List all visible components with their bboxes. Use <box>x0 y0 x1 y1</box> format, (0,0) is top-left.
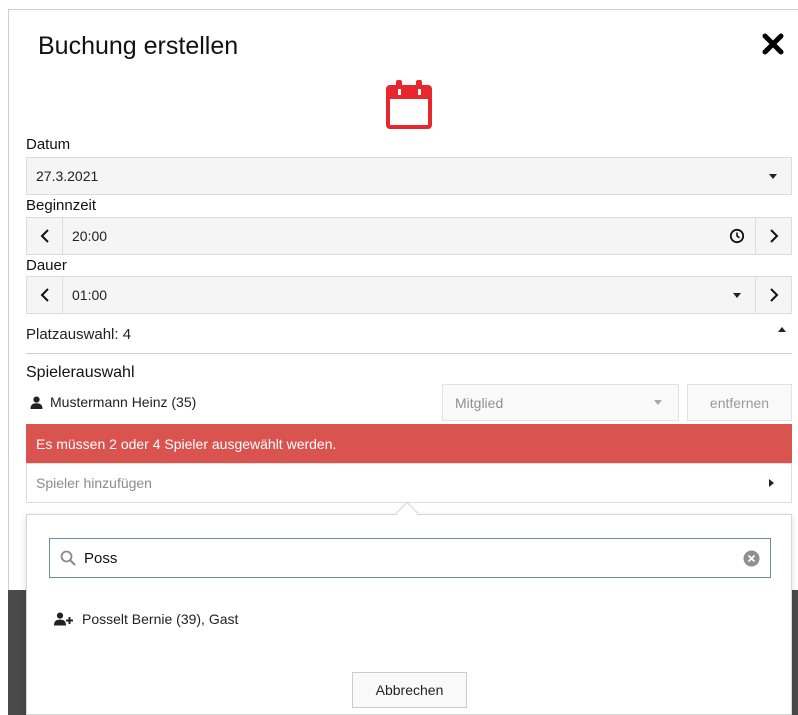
booking-dialog: Buchung erstellen Datum 27.3.2021 Beginn… <box>0 0 798 715</box>
datum-value: 27.3.2021 <box>36 168 99 184</box>
datum-label: Datum <box>26 136 71 153</box>
beginnzeit-next-button[interactable] <box>755 218 791 254</box>
dauer-field: 01:00 <box>26 276 792 314</box>
player-role-select[interactable]: Mitglied <box>442 384 679 421</box>
clock-icon[interactable] <box>719 218 755 254</box>
chevron-up-icon[interactable] <box>778 327 786 332</box>
chevron-right-icon <box>769 229 778 243</box>
beginnzeit-value[interactable]: 20:00 <box>63 228 719 244</box>
chevron-right-icon <box>769 288 778 302</box>
clear-icon[interactable] <box>743 550 760 572</box>
search-result-item[interactable]: Posselt Bernie (39), Gast <box>54 611 238 627</box>
dauer-label: Dauer <box>26 257 67 274</box>
search-icon <box>60 550 76 566</box>
error-message: Es müssen 2 oder 4 Spieler ausgewählt we… <box>26 424 792 463</box>
chevron-left-icon <box>40 288 49 302</box>
dauer-prev-button[interactable] <box>27 277 63 313</box>
add-player-placeholder: Spieler hinzufügen <box>36 475 152 491</box>
cancel-button[interactable]: Abbrechen <box>352 672 467 708</box>
remove-player-button[interactable]: entfernen <box>687 384 792 421</box>
beginnzeit-field: 20:00 <box>26 217 792 255</box>
user-plus-icon <box>54 612 73 626</box>
chevron-down-icon <box>755 158 791 194</box>
chevron-down-icon <box>654 400 662 405</box>
dauer-next-button[interactable] <box>755 277 791 313</box>
player-search-input[interactable] <box>84 549 770 567</box>
player-name: Mustermann Heinz (35) <box>50 394 197 410</box>
user-icon <box>30 396 43 409</box>
add-player-field[interactable]: Spieler hinzufügen <box>26 463 792 503</box>
platzauswahl-toggle[interactable]: Platzauswahl: 4 <box>26 326 131 343</box>
player-item: Mustermann Heinz (35) <box>30 394 196 410</box>
chevron-left-icon <box>40 229 49 243</box>
player-search-popup: Posselt Bernie (39), Gast Abbrechen <box>26 514 792 715</box>
close-icon[interactable] <box>760 31 786 57</box>
search-result-label: Posselt Bernie (39), Gast <box>82 611 239 627</box>
dauer-value[interactable]: 01:00 <box>63 287 719 303</box>
modal-backdrop <box>8 590 26 715</box>
spielerauswahl-label: Spielerauswahl <box>26 364 135 381</box>
chevron-down-icon[interactable] <box>719 277 755 313</box>
divider <box>26 353 792 354</box>
datum-select[interactable]: 27.3.2021 <box>26 157 792 195</box>
player-search-box[interactable] <box>49 538 771 578</box>
beginnzeit-label: Beginnzeit <box>26 197 97 214</box>
beginnzeit-prev-button[interactable] <box>27 218 63 254</box>
modal-backdrop <box>792 590 798 715</box>
calendar-icon <box>385 78 433 130</box>
chevron-right-icon <box>769 479 774 487</box>
dialog-border-top <box>8 9 798 10</box>
player-role-value: Mitglied <box>455 394 504 411</box>
dialog-title: Buchung erstellen <box>38 32 239 60</box>
